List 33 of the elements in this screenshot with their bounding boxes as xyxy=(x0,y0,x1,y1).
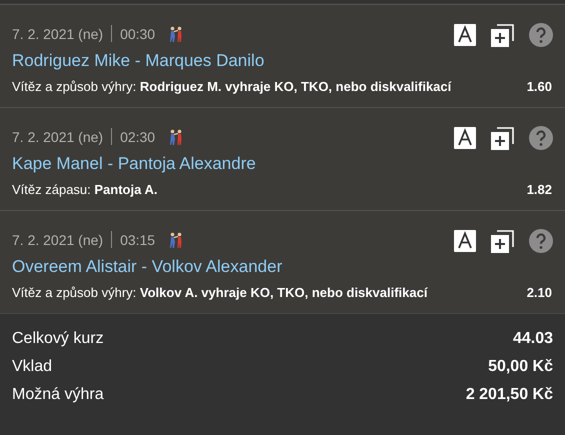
match-time: 02:30 xyxy=(120,128,156,144)
bet-odds: 2.10 xyxy=(526,285,553,300)
help-icon[interactable] xyxy=(529,23,553,47)
fighters-icon xyxy=(169,128,184,144)
bet-odds: 1.82 xyxy=(526,182,553,197)
match-date: 7. 2. 2021 (ne) xyxy=(12,26,104,42)
match-date: 7. 2. 2021 (ne) xyxy=(12,128,104,144)
summary-label: Možná výhra xyxy=(12,386,104,404)
a-button[interactable] xyxy=(454,230,476,252)
bet-selection: Vítěz a způsob výhry: Volkov A. vyhraje KO, TKO, nebo diskvalifikací xyxy=(12,285,428,300)
match-link[interactable]: Kape Manel - Pantoja Alexandre xyxy=(12,154,553,174)
match-time: 03:15 xyxy=(120,232,156,248)
add-copy-icon[interactable] xyxy=(491,230,514,252)
summary-label: Vklad xyxy=(12,358,52,376)
bet-selection: Vítěz zápasu: Pantoja A. xyxy=(12,182,158,197)
help-icon[interactable] xyxy=(529,126,553,150)
bet-odds: 1.60 xyxy=(526,79,553,94)
fighters-icon xyxy=(169,26,184,42)
summary-label: Celkový kurz xyxy=(12,330,104,348)
a-button[interactable] xyxy=(454,127,476,149)
add-copy-icon[interactable] xyxy=(491,126,514,150)
fighters-icon xyxy=(169,232,184,248)
summary-value: 50,00 Kč xyxy=(488,358,553,376)
match-time: 00:30 xyxy=(120,26,156,42)
summary-value: 44.03 xyxy=(512,330,553,348)
add-copy-icon[interactable] xyxy=(491,24,514,46)
bet-selection: Vítěz a způsob výhry: Rodriguez M. vyhraje KO, TKO, nebo diskvalifikací xyxy=(12,79,452,94)
match-date: 7. 2. 2021 (ne) xyxy=(12,232,104,248)
a-button[interactable] xyxy=(454,24,476,46)
match-link[interactable]: Overeem Alistair - Volkov Alexander xyxy=(12,257,553,277)
summary-value: 2 201,50 Kč xyxy=(466,386,553,404)
help-icon[interactable] xyxy=(529,229,553,253)
match-link[interactable]: Rodriguez Mike - Marques Danilo xyxy=(12,51,553,71)
